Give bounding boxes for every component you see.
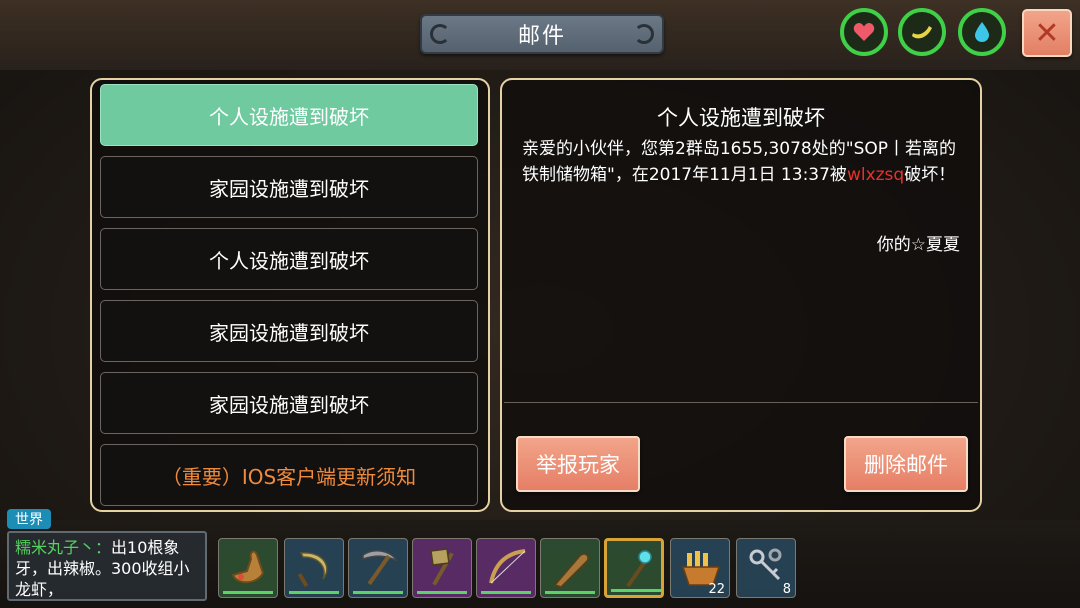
durability-bar xyxy=(223,591,273,594)
sickle-icon xyxy=(297,552,328,588)
hotbar-slot[interactable] xyxy=(284,538,344,598)
pickaxe-icon xyxy=(362,549,398,586)
mail-list-item[interactable]: 家园设施遭到破坏 xyxy=(100,156,478,218)
banner-scroll-ornament-icon xyxy=(634,24,654,44)
hotbar-slot-selected[interactable] xyxy=(604,538,664,598)
club-icon xyxy=(553,553,589,588)
mail-subject: 家园设施遭到破坏 xyxy=(209,392,369,417)
delete-mail-button[interactable]: 删除邮件 xyxy=(844,436,968,492)
hotbar-slot[interactable] xyxy=(412,538,472,598)
mail-body: 亲爱的小伙伴，您第2群岛1655,3078处的"SOP丨若离的铁制储物箱"，在2… xyxy=(522,136,962,188)
close-button[interactable]: ✕ xyxy=(1022,9,1072,57)
hotbar-slot[interactable] xyxy=(218,538,278,598)
mail-list-item[interactable]: （重要）IOS客户端更新须知 xyxy=(100,444,478,506)
mail-subject: （重要）IOS客户端更新须知 xyxy=(161,464,417,489)
mail-detail-panel: 个人设施遭到破坏 亲爱的小伙伴，您第2群岛1655,3078处的"SOP丨若离的… xyxy=(500,78,982,512)
hotbar-slot[interactable] xyxy=(348,538,408,598)
durability-bar xyxy=(481,591,531,594)
item-count: 22 xyxy=(708,582,725,597)
close-icon: ✕ xyxy=(1034,15,1060,51)
mail-subject: 家园设施遭到破坏 xyxy=(209,176,369,201)
staff-icon xyxy=(626,550,652,588)
pouch-icon xyxy=(231,550,265,584)
mail-detail-title: 个人设施遭到破坏 xyxy=(657,106,825,130)
mail-title-banner: 邮件 xyxy=(420,14,664,54)
durability-bar xyxy=(545,591,595,594)
hotbar-slot[interactable]: 22 xyxy=(670,538,730,598)
chat-sender: 糯米丸子丶： xyxy=(15,538,112,557)
mail-body-ending: 破坏！ xyxy=(904,165,956,185)
mail-list-item[interactable]: 家园设施遭到破坏 xyxy=(100,300,478,362)
hotbar-slot[interactable] xyxy=(540,538,600,598)
durability-bar xyxy=(611,589,661,592)
divider xyxy=(504,402,978,403)
mail-subject: 个人设施遭到破坏 xyxy=(209,248,369,273)
mail-list-item[interactable]: 个人设施遭到破坏 xyxy=(100,84,478,146)
attacker-name[interactable]: wlxzsq xyxy=(847,165,904,185)
durability-bar xyxy=(289,591,339,594)
heart-icon xyxy=(853,23,875,41)
mail-list-item[interactable]: 个人设施遭到破坏 xyxy=(100,228,478,290)
axe-icon xyxy=(430,548,454,586)
water-status xyxy=(958,8,1006,56)
hotbar-slot[interactable] xyxy=(476,538,536,598)
page-title: 邮件 xyxy=(517,24,566,49)
water-drop-icon xyxy=(975,22,989,42)
hotbar-slot[interactable]: 8 xyxy=(736,538,796,598)
mail-subject: 个人设施遭到破坏 xyxy=(209,104,369,129)
mail-signature: 你的☆夏夏 xyxy=(876,235,960,255)
hunger-icon xyxy=(912,26,932,39)
durability-bar xyxy=(353,591,403,594)
mail-subject: 家园设施遭到破坏 xyxy=(209,320,369,345)
bow-icon xyxy=(489,549,526,584)
durability-bar xyxy=(417,591,467,594)
item-count: 8 xyxy=(782,582,791,597)
banner-scroll-ornament-icon xyxy=(430,24,450,44)
health-status xyxy=(840,8,888,56)
chat-box[interactable]: 糯米丸子丶：出10根象牙，出辣椒。300收组小龙虾， xyxy=(7,531,207,601)
mail-list-panel: 个人设施遭到破坏 家园设施遭到破坏 个人设施遭到破坏 家园设施遭到破坏 家园设施… xyxy=(90,78,490,512)
chat-channel-tab[interactable]: 世界 xyxy=(7,509,51,529)
report-player-button[interactable]: 举报玩家 xyxy=(516,436,640,492)
hunger-status xyxy=(898,8,946,56)
mail-list-item[interactable]: 家园设施遭到破坏 xyxy=(100,372,478,434)
